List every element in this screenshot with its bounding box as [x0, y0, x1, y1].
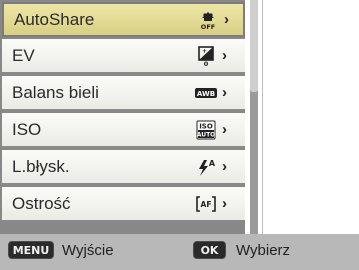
chevron-right-icon: › [222, 157, 227, 175]
select-label: Wybierz [236, 242, 291, 259]
preview-panel [262, 0, 359, 234]
svg-text:ISO: ISO [199, 122, 213, 130]
svg-text:AUTO: AUTO [197, 131, 216, 138]
menu-item-label: L.błysk. [12, 156, 70, 176]
menu-key-icon[interactable]: MENU [8, 241, 54, 259]
ok-key-icon[interactable]: OK [193, 241, 226, 259]
menu-item-flash[interactable]: L.błysk. A › [2, 150, 245, 185]
menu-item-white-balance[interactable]: Balans bieli AWB › [2, 76, 245, 111]
svg-text:A: A [209, 159, 216, 168]
menu-item-ev[interactable]: EV + 0 › [2, 39, 245, 74]
svg-text:AWB: AWB [197, 90, 215, 98]
exit-label: Wyjście [62, 242, 114, 259]
menu-item-focus[interactable]: Ostrość AF › [2, 187, 245, 222]
menu-item-label: ISO [12, 119, 42, 139]
awb-icon: AWB [195, 82, 217, 104]
flash-auto-icon: A [195, 156, 217, 178]
settings-menu: AutoShare OFF › EV + 0 › Balans bieli AW… [0, 0, 245, 234]
chevron-right-icon: › [222, 194, 227, 212]
menu-item-label: Ostrość [12, 193, 71, 213]
autofocus-icon: AF [195, 193, 217, 215]
chevron-right-icon: › [222, 120, 227, 138]
menu-item-label: AutoShare [14, 9, 95, 29]
menu-item-label: Balans bieli [12, 82, 99, 102]
svg-text:AF: AF [201, 200, 212, 209]
chevron-right-icon: › [222, 46, 227, 64]
chevron-right-icon: › [224, 10, 229, 28]
iso-auto-icon: ISO AUTO [195, 119, 217, 141]
menu-item-autoshare[interactable]: AutoShare OFF › [2, 2, 245, 37]
menu-item-label: EV [12, 45, 35, 65]
svg-text:+: + [202, 48, 207, 55]
menu-item-iso[interactable]: ISO ISO AUTO › [2, 113, 245, 148]
autoshare-off-icon: OFF [197, 9, 219, 31]
footer-bar: MENU Wyjście OK Wybierz [0, 234, 359, 270]
svg-text:0: 0 [204, 60, 209, 67]
svg-text:OFF: OFF [201, 23, 215, 31]
ev-icon: + 0 [195, 45, 217, 68]
scrollbar-thumb[interactable] [250, 0, 258, 92]
chevron-right-icon: › [222, 83, 227, 101]
